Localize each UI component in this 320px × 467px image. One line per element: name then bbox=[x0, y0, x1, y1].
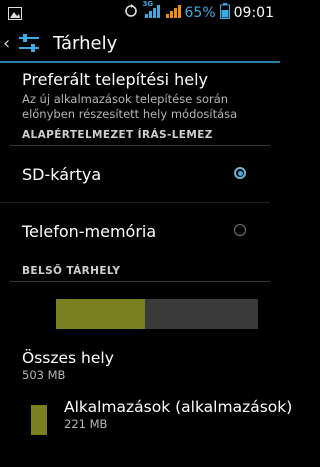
action-bar: ‹ Tárhely bbox=[0, 25, 280, 63]
clock: 09:01 bbox=[233, 5, 274, 21]
option-sd-card[interactable]: SD-kártya bbox=[0, 146, 270, 203]
sync-icon bbox=[123, 3, 139, 23]
gallery-notification-icon bbox=[8, 5, 22, 24]
preferred-install-location[interactable]: Preferált telepítési hely Az új alkalmaz… bbox=[0, 63, 280, 123]
apps-title: Alkalmazások (alkalmazások) bbox=[64, 398, 293, 416]
option-sd-card-label: SD-kártya bbox=[22, 164, 102, 184]
option-phone-memory-label: Telefon-memória bbox=[22, 221, 157, 241]
storage-bar-track bbox=[56, 299, 258, 329]
section-header-internal-storage: BELSŐ TÁRHELY bbox=[10, 259, 270, 282]
storage-bar-used bbox=[56, 299, 145, 329]
section-header-default-disk: ALAPÉRTELMEZET ÍRÁS-LEMEZ bbox=[10, 123, 270, 146]
preferred-install-title: Preferált telepítési hely bbox=[22, 70, 208, 89]
apps-storage-item[interactable]: Alkalmazások (alkalmazások) 221 MB bbox=[0, 387, 292, 447]
settings-list: Preferált telepítési hely Az új alkalmaz… bbox=[0, 63, 292, 447]
apps-value: 221 MB bbox=[64, 417, 108, 431]
status-bar: 3G 65% 09:01 bbox=[0, 0, 280, 25]
radio-unselected-icon[interactable] bbox=[234, 224, 246, 236]
radio-selected-icon[interactable] bbox=[234, 167, 246, 179]
battery-icon bbox=[219, 3, 230, 23]
page-title: Tárhely bbox=[53, 32, 118, 54]
network-type-label: 3G bbox=[142, 0, 154, 8]
preferred-install-summary: Az új alkalmazások telepítése során előn… bbox=[22, 92, 238, 121]
total-space-item[interactable]: Összes hely 503 MB bbox=[0, 335, 280, 387]
option-phone-memory[interactable]: Telefon-memória bbox=[0, 203, 270, 259]
battery-percent: 65% bbox=[184, 5, 216, 21]
total-space-title: Összes hely bbox=[22, 349, 114, 367]
back-chevron-icon[interactable]: ‹ bbox=[3, 33, 13, 54]
total-space-value: 503 MB bbox=[22, 368, 66, 382]
signal-icon-2 bbox=[165, 3, 181, 23]
settings-icon[interactable] bbox=[15, 29, 43, 57]
apps-color-swatch bbox=[31, 405, 47, 435]
network-type-badge: 3G bbox=[142, 0, 161, 23]
storage-usage-bar bbox=[0, 282, 280, 335]
